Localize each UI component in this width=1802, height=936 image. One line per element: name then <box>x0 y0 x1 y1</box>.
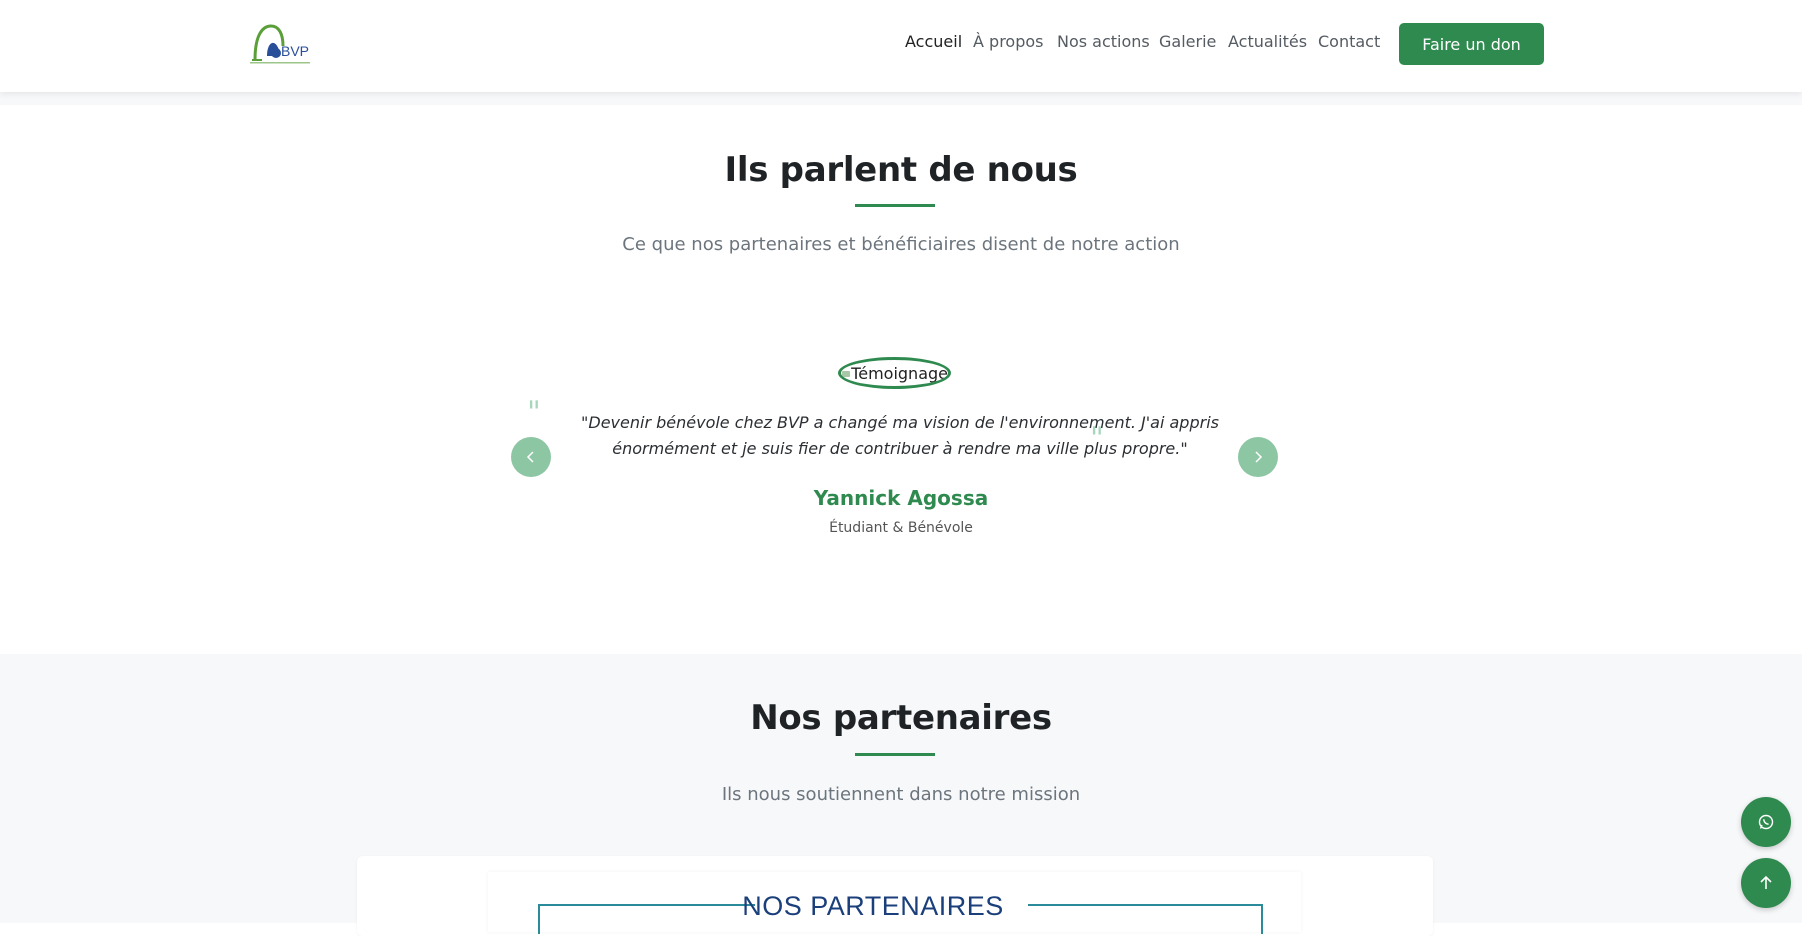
quote-close-icon: " <box>1090 421 1104 456</box>
nav-a-propos[interactable]: À propos <box>973 32 1043 51</box>
partners-title: Nos partenaires <box>750 698 1052 738</box>
nav-contact[interactable]: Contact <box>1318 32 1380 51</box>
avatar-alt-text: Témoignage <box>851 363 948 383</box>
chevron-right-icon <box>1255 451 1263 463</box>
section-divider <box>0 92 1802 105</box>
site-header: BVP Accueil À propos Nos actions Galerie… <box>0 0 1802 92</box>
testimonial-quote: "Devenir bénévole chez BVP a changé ma v… <box>581 413 1219 458</box>
testimonial-avatar: Témoignage <box>838 357 951 389</box>
whatsapp-icon <box>1758 814 1774 830</box>
testimonials-subtitle: Ce que nos partenaires et bénéficiaires … <box>622 234 1180 255</box>
partners-title-underline <box>855 753 935 756</box>
testimonials-title: Ils parlent de nous <box>724 150 1078 190</box>
nav-accueil[interactable]: Accueil <box>905 32 962 51</box>
arrow-up-icon <box>1760 875 1772 889</box>
nav-galerie[interactable]: Galerie <box>1159 32 1216 51</box>
donate-button[interactable]: Faire un don <box>1399 23 1544 65</box>
chevron-left-icon <box>526 451 534 463</box>
back-to-top-button[interactable] <box>1741 858 1791 908</box>
carousel-prev-button[interactable] <box>511 437 551 477</box>
bvp-logo[interactable]: BVP <box>249 22 311 66</box>
partners-subtitle: Ils nous soutiennent dans notre mission <box>721 784 1081 805</box>
partners-image-title: NOS PARTENAIRES <box>742 891 1004 921</box>
nav-nos-actions[interactable]: Nos actions <box>1057 32 1150 51</box>
logo-text: BVP <box>281 43 309 59</box>
title-underline <box>855 204 935 207</box>
whatsapp-button[interactable] <box>1741 797 1791 847</box>
testimonial-role: Étudiant & Bénévole <box>829 520 973 536</box>
broken-image-icon <box>841 368 851 379</box>
testimonial-name: Yannick Agossa <box>813 486 989 510</box>
nav-actualites[interactable]: Actualités <box>1228 32 1307 51</box>
carousel-next-button[interactable] <box>1238 437 1278 477</box>
